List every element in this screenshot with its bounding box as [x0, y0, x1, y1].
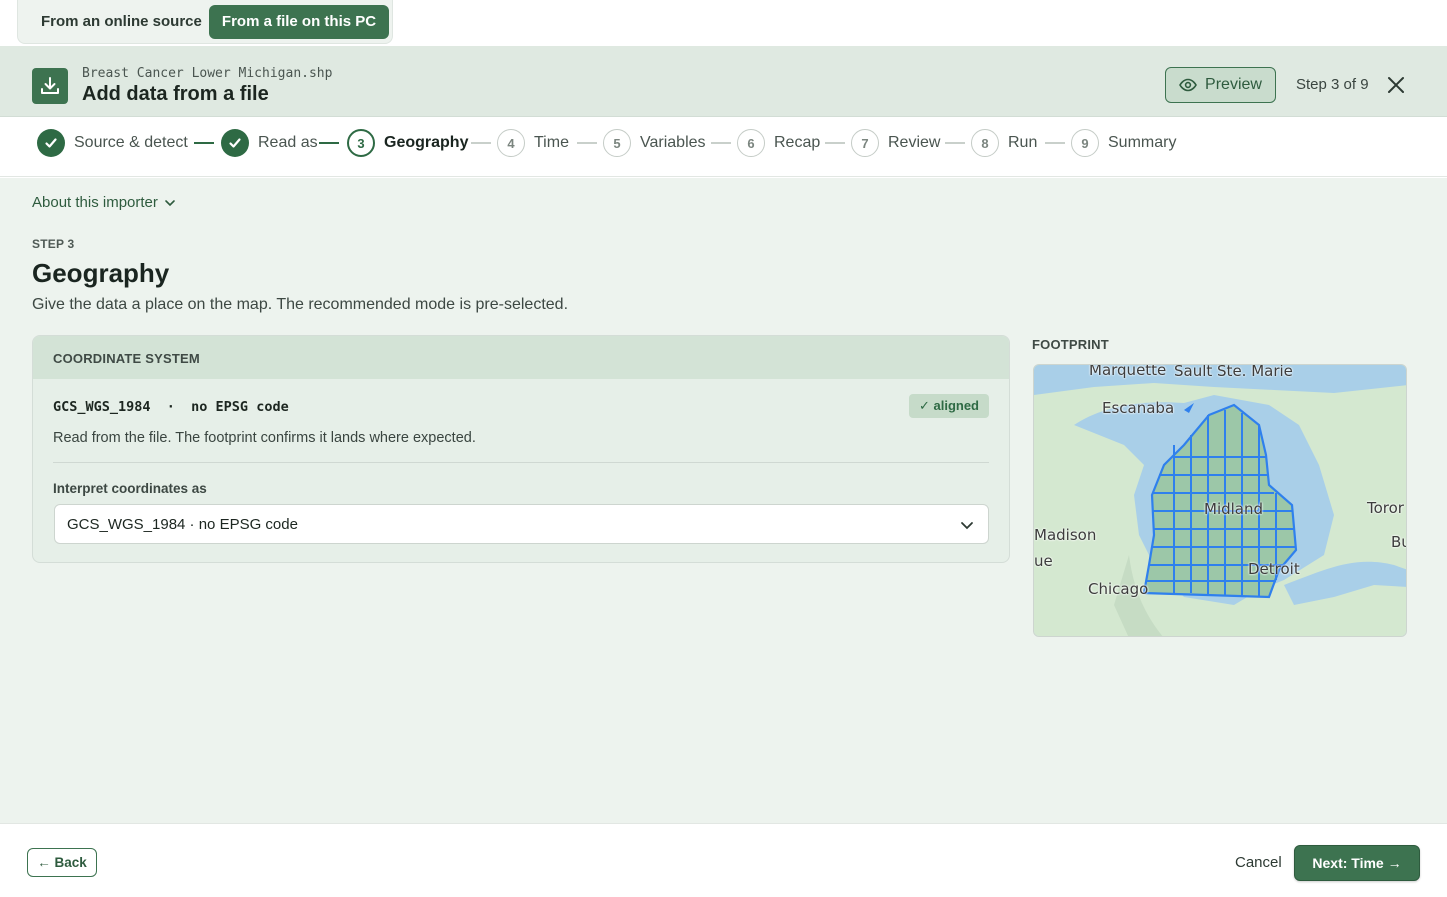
file-name: Breast Cancer Lower Michigan.shp — [82, 66, 333, 81]
map-label-madison: Madison — [1034, 526, 1097, 544]
check-icon — [37, 129, 65, 157]
step-label: Source & detect — [74, 134, 188, 151]
next-button[interactable]: Next: Time → — [1294, 845, 1420, 881]
preview-button[interactable]: Preview — [1165, 67, 1276, 103]
wizard-header: Breast Cancer Lower Michigan.shp Add dat… — [0, 46, 1447, 117]
about-importer-toggle[interactable]: About this importer — [32, 194, 176, 211]
aligned-badge: ✓ aligned — [908, 394, 989, 418]
step-number: 5 — [603, 129, 631, 157]
crs-select[interactable]: GCS_WGS_1984 · no EPSG code — [54, 504, 989, 544]
step-number: 6 — [737, 129, 765, 157]
step-summary[interactable]: 9 Summary — [1071, 129, 1176, 157]
map-label-escanaba: Escanaba — [1102, 399, 1175, 417]
download-icon — [32, 68, 68, 104]
map-label-marquette: Marquette — [1089, 364, 1167, 379]
tab-file-on-pc[interactable]: From a file on this PC — [209, 5, 389, 39]
map-label-chicago: Chicago — [1088, 580, 1149, 598]
step-number: 7 — [851, 129, 879, 157]
map-label-sault-ste-marie: Sault Ste. Marie — [1174, 364, 1293, 380]
step-connector — [319, 142, 339, 144]
close-icon[interactable] — [1386, 75, 1406, 95]
back-button[interactable]: ← Back — [27, 848, 97, 877]
step-label: Read as — [258, 134, 318, 151]
about-label: About this importer — [32, 194, 158, 211]
step-label: Review — [888, 134, 941, 151]
map-label-midland: Midland — [1204, 500, 1264, 518]
map-label-buffalo: Bu — [1391, 533, 1406, 551]
cancel-button[interactable]: Cancel — [1235, 854, 1282, 871]
preview-label: Preview — [1205, 76, 1262, 93]
step-label: Variables — [640, 134, 706, 151]
step-count: Step 3 of 9 — [1296, 76, 1369, 93]
step-connector — [825, 142, 845, 144]
step-connector — [1045, 142, 1065, 144]
map-label-toronto: Toror — [1367, 499, 1404, 517]
step-geography[interactable]: 3 Geography — [347, 129, 468, 157]
step-number: 8 — [971, 129, 999, 157]
step-read-as[interactable]: Read as — [221, 129, 318, 157]
step-recap[interactable]: 6 Recap — [737, 129, 820, 157]
page-subtitle: Give the data a place on the map. The re… — [32, 296, 569, 313]
wizard-title: Add data from a file — [82, 83, 269, 105]
footprint-map: Marquette Sault Ste. Marie Escanaba Midl… — [1033, 364, 1407, 637]
step-label: Geography — [384, 134, 469, 151]
wizard-footer: ← Back Cancel Next: Time → — [0, 823, 1447, 897]
crs-select-value: GCS_WGS_1984 · no EPSG code — [67, 516, 298, 533]
step-number: 4 — [497, 129, 525, 157]
map-label-detroit: Detroit — [1248, 560, 1300, 578]
step-label: Recap — [774, 134, 821, 151]
chevron-down-icon — [961, 522, 973, 530]
step-number: 9 — [1071, 129, 1099, 157]
step-kicker: STEP 3 — [32, 237, 75, 251]
step-number: 3 — [347, 129, 375, 157]
tab-online-source[interactable]: From an online source — [29, 5, 214, 39]
divider — [53, 462, 989, 463]
step-run[interactable]: 8 Run — [971, 129, 1037, 157]
step-connector — [577, 142, 597, 144]
step-label: Run — [1008, 134, 1038, 151]
source-tabs: From an online source From a file on thi… — [17, 0, 393, 44]
step-review[interactable]: 7 Review — [851, 129, 940, 157]
eye-icon — [1179, 78, 1197, 92]
main-content: About this importer STEP 3 Geography Giv… — [0, 178, 1447, 823]
step-connector — [471, 142, 491, 144]
check-icon — [221, 129, 249, 157]
crs-description: Read from the file. The footprint confir… — [53, 430, 476, 446]
coordinate-system-card: COORDINATE SYSTEM GCS_WGS_1984 · no EPSG… — [32, 335, 1010, 563]
card-heading: COORDINATE SYSTEM — [33, 336, 1009, 379]
step-connector — [194, 142, 214, 144]
step-label: Time — [534, 134, 569, 151]
page-title: Geography — [32, 258, 170, 288]
step-connector — [945, 142, 965, 144]
step-time[interactable]: 4 Time — [497, 129, 569, 157]
crs-name: GCS_WGS_1984 · no EPSG code — [53, 399, 289, 415]
step-connector — [711, 142, 731, 144]
step-variables[interactable]: 5 Variables — [603, 129, 706, 157]
interpret-label: Interpret coordinates as — [53, 481, 207, 496]
wizard-stepper: Source & detect Read as 3 Geography 4 Ti… — [0, 117, 1447, 177]
chevron-down-icon — [165, 199, 175, 206]
footprint-label: FOOTPRINT — [1032, 337, 1109, 352]
map-label-milwaukee: ue — [1034, 552, 1053, 570]
step-source-detect[interactable]: Source & detect — [37, 129, 188, 157]
step-label: Summary — [1108, 134, 1177, 151]
